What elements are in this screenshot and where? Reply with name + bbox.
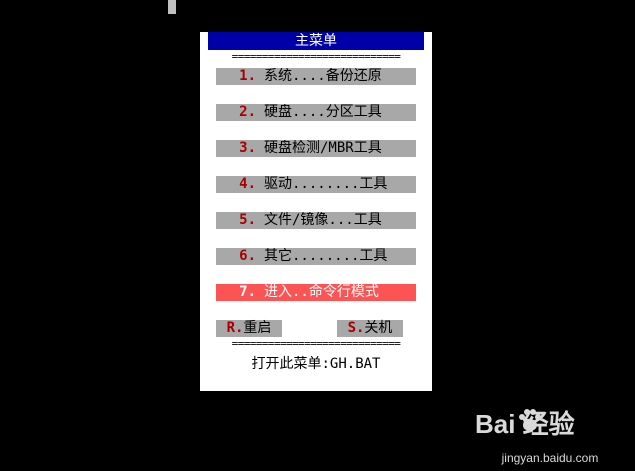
menu-item-other-tools[interactable]: 6. 其它........工具 [216,248,416,265]
footer-hint: 打开此菜单:GH.BAT [251,356,381,372]
menu-item-driver-tools[interactable]: 4. 驱动........工具 [216,176,416,193]
menu-item-key: 6. [239,248,256,264]
restart-key: R. [226,320,244,336]
separator-top: ============================ [231,52,401,62]
menu-item-key: 3. [239,140,256,156]
menu-item-label: 进入..命令行模式 [264,284,379,300]
restart-label: 重启 [243,320,272,336]
text-cursor [168,0,176,14]
menu-item-label: 文件/镜像...工具 [264,212,382,228]
menu-item-partition-tools[interactable]: 2. 硬盘....分区工具 [216,104,416,121]
menu-title: 主菜单 [208,32,424,50]
menu-item-key: 5. [239,212,256,228]
menu-item-label: 其它........工具 [264,248,388,264]
separator-bottom: ============================ [231,339,401,349]
menu-item-label: 硬盘....分区工具 [264,104,382,120]
menu-item-disk-check-mbr[interactable]: 3. 硬盘检测/MBR工具 [216,140,416,157]
shutdown-button[interactable]: S.关机 [337,320,403,337]
menu-item-backup-restore[interactable]: 1. 系统....备份还原 [216,68,416,85]
watermark-url: jingyan.baidu.com [501,451,599,465]
shutdown-key: S. [347,320,365,336]
shutdown-label: 关机 [364,320,393,336]
menu-item-key: 4. [239,176,256,192]
menu-item-label: 硬盘检测/MBR工具 [264,140,382,156]
menu-item-key: 7. [239,284,256,300]
main-menu-panel: 主菜单 ============================ 1. 系统...… [200,32,432,391]
menu-item-key: 1. [239,68,256,84]
menu-item-file-image-tools[interactable]: 5. 文件/镜像...工具 [216,212,416,229]
restart-button[interactable]: R.重启 [216,320,282,337]
menu-item-command-line[interactable]: 7. 进入..命令行模式 [216,284,416,301]
menu-item-label: 驱动........工具 [264,176,388,192]
menu-item-label: 系统....备份还原 [264,68,382,84]
baidu-jingyan-watermark: Bai 经验 jingyan.baidu.com [475,405,625,465]
menu-item-key: 2. [239,104,256,120]
paw-icon [519,409,541,431]
